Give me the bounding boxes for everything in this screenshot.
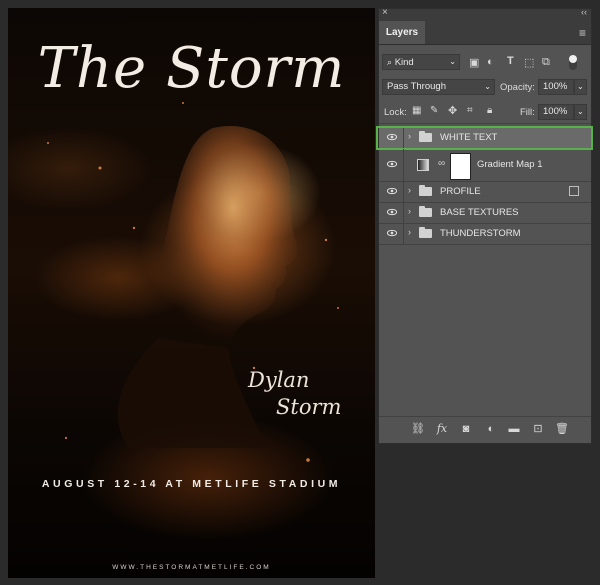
lock-transparency-icon[interactable]: ▦	[412, 105, 421, 116]
layer-divider	[403, 182, 404, 202]
layer-thunderstorm[interactable]: › THUNDERSTORM	[379, 224, 591, 245]
folder-icon	[419, 131, 432, 142]
close-icon[interactable]: ×	[382, 7, 388, 18]
fill-input[interactable]: 100%	[538, 104, 574, 120]
expand-chevron-icon[interactable]: ›	[408, 131, 411, 141]
new-layer-icon[interactable]: ⊡	[531, 423, 545, 435]
layer-divider	[403, 224, 404, 244]
layer-divider	[403, 203, 404, 223]
search-icon: ⌕	[387, 57, 393, 67]
filter-shape-icon[interactable]: ⬚	[524, 56, 534, 69]
panel-titlebar: × ‹‹	[379, 7, 591, 21]
blend-row: Pass Through ⌄ Opacity: 100% ⌄	[379, 78, 591, 98]
chain-link-icon[interactable]: ∞	[438, 158, 445, 169]
lock-paint-icon[interactable]: ✎	[430, 105, 438, 116]
layer-name: BASE TEXTURES	[440, 207, 519, 218]
blend-mode-select[interactable]: Pass Through ⌄	[382, 79, 495, 95]
poster-title: The Storm	[37, 36, 346, 101]
poster-artist-first-name: Dylan	[248, 368, 310, 392]
opacity-label: Opacity:	[500, 82, 535, 93]
chevron-down-icon: ⌄	[577, 107, 584, 116]
filter-smart-object-icon[interactable]: ⧉	[542, 56, 550, 69]
blend-mode-value: Pass Through	[387, 81, 446, 92]
opacity-input[interactable]: 100%	[538, 79, 574, 95]
visibility-eye-icon[interactable]	[387, 159, 397, 169]
layer-gradient-map-1[interactable]: ∞ Gradient Map 1	[379, 149, 591, 182]
layer-profile[interactable]: › PROFILE	[379, 182, 591, 203]
layers-panel: × ‹‹ Layers ≡ ⌕ Kind ⌄ ▣ ◐ T ⬚ ⧉ Pass Th…	[376, 7, 593, 444]
layer-base-textures[interactable]: › BASE TEXTURES	[379, 203, 591, 224]
lock-label: Lock:	[384, 107, 407, 118]
visibility-eye-icon[interactable]	[387, 132, 397, 142]
adjustment-icon[interactable]: ◐	[484, 423, 498, 435]
expand-chevron-icon[interactable]: ›	[408, 227, 411, 237]
link-icon[interactable]: ⛓︎	[411, 423, 425, 435]
lock-artboard-icon[interactable]: ⌗	[467, 105, 473, 116]
layer-name: THUNDERSTORM	[440, 228, 521, 239]
visibility-eye-icon[interactable]	[387, 207, 397, 217]
poster-url: WWW.THESTORMATMETLIFE.COM	[112, 564, 271, 571]
chevron-down-icon: ⌄	[449, 57, 456, 66]
layer-divider	[403, 149, 404, 181]
folder-icon	[419, 227, 432, 238]
layer-divider	[403, 128, 404, 148]
opacity-dropdown-button[interactable]: ⌄	[574, 79, 587, 95]
filter-adjustment-icon[interactable]: ◐	[487, 56, 494, 68]
tab-layers[interactable]: Layers	[379, 21, 425, 44]
fill-label: Fill:	[520, 107, 535, 118]
trash-icon[interactable]: 🗑︎	[555, 423, 569, 435]
filter-type-icon[interactable]: T	[507, 55, 514, 67]
lock-all-icon[interactable]: 🔒︎	[487, 105, 492, 116]
folder-icon[interactable]: ▬	[507, 423, 521, 435]
poster-date-line: AUGUST 12-14 AT METLIFE STADIUM	[41, 478, 342, 490]
chevron-down-icon: ⌄	[577, 82, 584, 91]
filter-toggle-knob	[569, 55, 577, 63]
fx-icon[interactable]: fx	[435, 423, 449, 435]
layer-name: PROFILE	[440, 186, 481, 197]
lock-row: Lock: ▦ ✎ ✥ ⌗ 🔒︎ Fill: 100% ⌄	[379, 103, 591, 124]
folder-icon	[419, 206, 432, 217]
chevron-down-icon: ⌄	[484, 82, 491, 91]
filter-kind-value: Kind	[394, 57, 414, 68]
layer-name: WHITE TEXT	[440, 132, 498, 143]
mask-icon[interactable]: ◙	[459, 423, 473, 435]
filter-toggle-switch[interactable]	[569, 55, 577, 70]
collapse-panel-icon[interactable]: ‹‹	[581, 7, 587, 17]
layers-list: › WHITE TEXT ∞ Gradient Map 1 › PROFILE …	[376, 126, 593, 386]
visibility-eye-icon[interactable]	[387, 228, 397, 238]
layer-mask-thumbnail[interactable]	[450, 153, 471, 180]
filter-pixel-icon[interactable]: ▣	[469, 56, 479, 69]
expand-chevron-icon[interactable]: ›	[408, 206, 411, 216]
panel-menu-icon[interactable]: ≡	[579, 26, 586, 40]
clipping-mask-icon	[569, 186, 579, 196]
poster-canvas: The Storm Dylan Storm AUGUST 12-14 AT ME…	[8, 8, 375, 578]
folder-icon	[419, 185, 432, 196]
filter-kind-select[interactable]: ⌕ Kind ⌄	[382, 54, 460, 70]
panel-footer: ⛓︎ fx ◙ ◐ ▬ ⊡ 🗑︎	[379, 416, 591, 443]
layer-white-text[interactable]: › WHITE TEXT	[376, 126, 593, 150]
visibility-eye-icon[interactable]	[387, 186, 397, 196]
expand-chevron-icon[interactable]: ›	[408, 185, 411, 195]
layer-name: Gradient Map 1	[477, 159, 543, 170]
lock-position-icon[interactable]: ✥	[448, 104, 457, 117]
gradient-map-icon	[417, 159, 429, 171]
fill-dropdown-button[interactable]: ⌄	[574, 104, 587, 120]
filter-row: ⌕ Kind ⌄ ▣ ◐ T ⬚ ⧉	[379, 53, 591, 73]
panel-tabbar: Layers ≡	[379, 21, 591, 45]
poster-artist-last-name: Storm	[276, 395, 342, 419]
